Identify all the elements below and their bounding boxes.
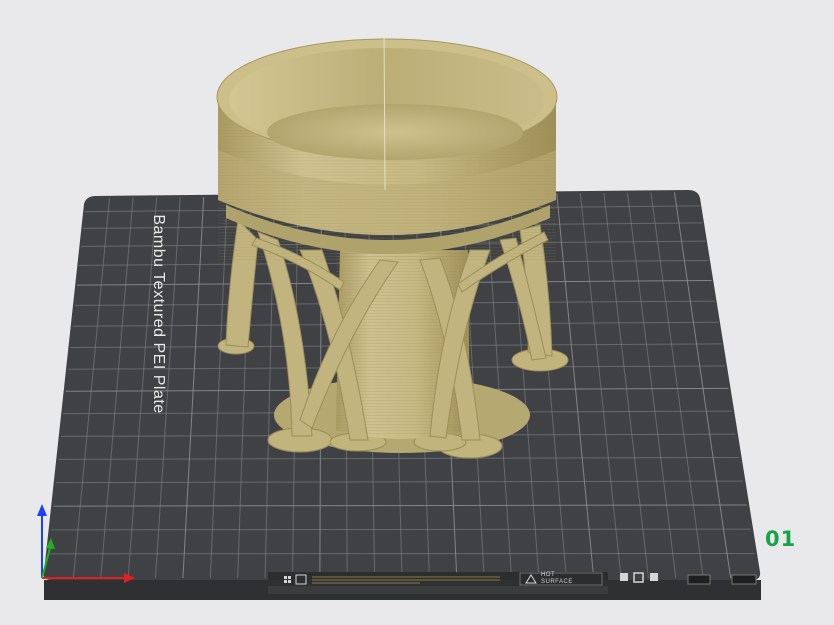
plate-index-label[interactable]: 01 (765, 527, 796, 551)
plate-clip-2 (731, 574, 757, 585)
plate-name-label: Bambu Textured PEI Plate (150, 214, 167, 414)
plate-front-bar (268, 586, 608, 594)
3d-viewport[interactable] (0, 0, 834, 625)
cup-floor (267, 104, 523, 160)
upload-icon (620, 573, 628, 581)
plate-clip-1 (687, 574, 711, 585)
surface-label: SURFACE (541, 579, 573, 585)
trash-icon (650, 573, 658, 581)
hot-label: HOT (541, 572, 556, 578)
